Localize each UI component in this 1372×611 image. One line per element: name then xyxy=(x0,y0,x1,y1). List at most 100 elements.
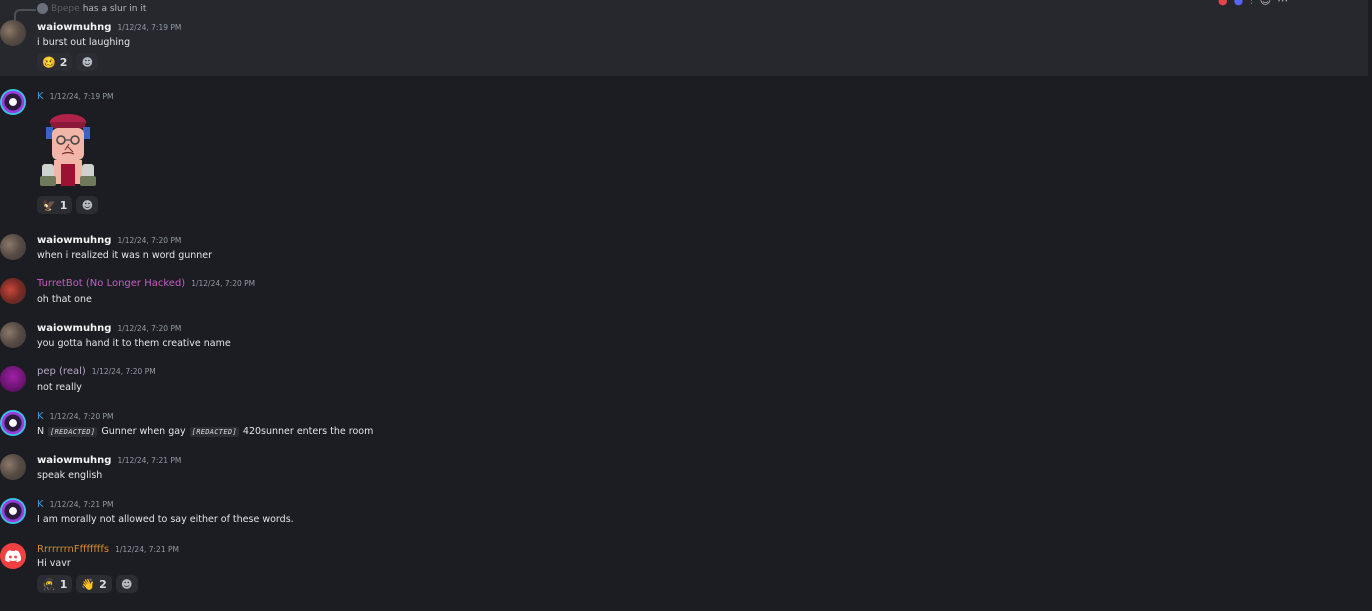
reaction-button[interactable]: 🥷 1 xyxy=(37,575,73,593)
ninja-icon: 🥷 xyxy=(42,577,56,591)
author-name[interactable]: K xyxy=(37,91,44,102)
avatar[interactable] xyxy=(0,498,26,524)
smiley-add-icon: ☻ xyxy=(81,198,94,212)
author-name[interactable]: pep (real) xyxy=(37,366,86,377)
discord-logo-icon xyxy=(5,550,21,562)
avatar[interactable] xyxy=(0,278,26,304)
message-0[interactable]: Bpepe has a slur in it ● ● ! ☺ ⋯ waiowmuh… xyxy=(0,0,1372,76)
message-content: i burst out laughing xyxy=(37,37,131,48)
message-4[interactable]: waiowmuhng 1/12/24, 7:20 PM you gotta han… xyxy=(0,320,1372,354)
avatar[interactable] xyxy=(0,410,26,436)
timestamp: 1/12/24, 7:20 PM xyxy=(191,279,256,288)
avatar[interactable] xyxy=(0,20,26,46)
reaction-count: 1 xyxy=(59,198,68,212)
message-content: I am morally not allowed to say either o… xyxy=(37,514,294,525)
message-header: waiowmuhng 1/12/24, 7:19 PM xyxy=(37,22,181,33)
avatar[interactable] xyxy=(0,454,26,480)
author-name[interactable]: K xyxy=(37,411,44,422)
author-name[interactable]: K xyxy=(37,499,44,510)
message-header: TurretBot (No Longer Hacked) 1/12/24, 7:2… xyxy=(37,278,255,289)
reactions-bar: 🥴 2 ☻ xyxy=(37,53,99,71)
timestamp: 1/12/24, 7:19 PM xyxy=(117,23,182,32)
reaction-quick-icon[interactable]: ! xyxy=(1249,0,1253,7)
author-name[interactable]: waiowmuhng xyxy=(37,22,111,33)
text-segment: Gunner when gay xyxy=(101,426,186,437)
reaction-quick-icon[interactable]: ● xyxy=(1234,0,1244,7)
message-header: waiowmuhng 1/12/24, 7:20 PM xyxy=(37,323,181,334)
add-reaction-icon[interactable]: ☺ xyxy=(1260,0,1271,7)
reaction-button[interactable]: 👋 2 xyxy=(76,575,112,593)
reaction-count: 2 xyxy=(99,577,107,591)
reaction-count: 2 xyxy=(59,55,68,69)
timestamp: 1/12/24, 7:20 PM xyxy=(117,236,182,245)
message-content: oh that one xyxy=(37,294,92,305)
message-6[interactable]: K 1/12/24, 7:20 PM N [REDACTED] Gunner wh… xyxy=(0,408,1372,444)
reaction-quick-icon[interactable]: ● xyxy=(1218,0,1228,7)
more-options-icon[interactable]: ⋯ xyxy=(1277,0,1288,7)
avatar[interactable] xyxy=(0,366,26,392)
message-header: K 1/12/24, 7:20 PM xyxy=(37,411,113,422)
sticker-image[interactable] xyxy=(37,110,99,192)
message-1[interactable]: K 1/12/24, 7:19 PM 🦅 1 ☻ xyxy=(0,86,1372,216)
woozy-face-icon: 🥴 xyxy=(42,55,56,69)
smiley-add-icon: ☻ xyxy=(81,55,94,69)
reaction-button[interactable]: 🦅 1 xyxy=(37,196,73,214)
timestamp: 1/12/24, 7:21 PM xyxy=(117,456,182,465)
text-segment: 420sunner enters the room xyxy=(242,426,374,437)
reply-preview[interactable]: Bpepe has a slur in it xyxy=(37,3,146,14)
timestamp: 1/12/24, 7:19 PM xyxy=(49,92,114,101)
message-content: Hi vavr xyxy=(37,558,71,569)
chat-message-list: Bpepe has a slur in it ● ● ! ☺ ⋯ waiowmuh… xyxy=(0,0,1372,611)
message-hover-toolbar: ● ● ! ☺ ⋯ xyxy=(1218,0,1288,7)
avatar[interactable] xyxy=(0,234,26,260)
timestamp: 1/12/24, 7:21 PM xyxy=(49,500,114,509)
message-8[interactable]: K 1/12/24, 7:21 PM I am morally not allow… xyxy=(0,496,1372,530)
message-content: when i realized it was n word gunner xyxy=(37,250,213,261)
message-content: N [REDACTED] Gunner when gay [REDACTED] … xyxy=(37,426,373,437)
message-9[interactable]: RrrrrrrnFfffffffs 1/12/24, 7:21 PM Hi vav… xyxy=(0,541,1372,601)
timestamp: 1/12/24, 7:20 PM xyxy=(117,324,182,333)
add-reaction-button[interactable]: ☻ xyxy=(76,196,99,214)
reactions-bar: 🥷 1 👋 2 ☻ xyxy=(37,575,138,593)
redacted-spoiler[interactable]: [REDACTED] xyxy=(48,427,98,437)
eagle-icon: 🦅 xyxy=(42,198,56,212)
message-7[interactable]: waiowmuhng 1/12/24, 7:21 PM speak english xyxy=(0,452,1372,486)
reaction-button[interactable]: 🥴 2 xyxy=(37,53,73,71)
message-header: pep (real) 1/12/24, 7:20 PM xyxy=(37,366,156,377)
message-header: K 1/12/24, 7:21 PM xyxy=(37,499,113,510)
message-header: K 1/12/24, 7:19 PM xyxy=(37,91,113,102)
avatar[interactable] xyxy=(0,543,26,569)
message-header: waiowmuhng 1/12/24, 7:21 PM xyxy=(37,455,181,466)
avatar[interactable] xyxy=(0,322,26,348)
reaction-count: 1 xyxy=(59,577,68,591)
timestamp: 1/12/24, 7:20 PM xyxy=(49,412,114,421)
redacted-spoiler[interactable]: [REDACTED] xyxy=(189,427,239,437)
reply-connector xyxy=(14,9,36,21)
timestamp: 1/12/24, 7:21 PM xyxy=(115,545,179,554)
reply-avatar xyxy=(37,3,48,14)
waving-hand-icon: 👋 xyxy=(81,577,96,591)
text-segment: N xyxy=(37,426,45,437)
message-hover-highlight xyxy=(0,0,1368,76)
add-reaction-button[interactable]: ☻ xyxy=(115,575,138,593)
reactions-bar: 🦅 1 ☻ xyxy=(37,196,99,214)
message-header: RrrrrrrnFfffffffs 1/12/24, 7:21 PM xyxy=(37,544,179,555)
message-content: not really xyxy=(37,382,82,393)
message-content: speak english xyxy=(37,470,103,481)
message-header: waiowmuhng 1/12/24, 7:20 PM xyxy=(37,235,181,246)
smiley-add-icon: ☻ xyxy=(120,577,133,591)
author-name[interactable]: RrrrrrrnFfffffffs xyxy=(37,544,109,555)
reply-author[interactable]: Bpepe xyxy=(51,4,80,14)
message-content: you gotta hand it to them creative name xyxy=(37,338,231,349)
add-reaction-button[interactable]: ☻ xyxy=(76,53,99,71)
author-name[interactable]: waiowmuhng xyxy=(37,455,111,466)
message-2[interactable]: waiowmuhng 1/12/24, 7:20 PM when i realiz… xyxy=(0,232,1372,266)
author-name[interactable]: waiowmuhng xyxy=(37,235,111,246)
avatar[interactable] xyxy=(0,89,26,115)
author-name[interactable]: waiowmuhng xyxy=(37,323,111,334)
author-name[interactable]: TurretBot (No Longer Hacked) xyxy=(37,278,185,289)
reply-text: has a slur in it xyxy=(82,4,147,14)
message-3[interactable]: TurretBot (No Longer Hacked) 1/12/24, 7:2… xyxy=(0,276,1372,310)
message-5[interactable]: pep (real) 1/12/24, 7:20 PM not really xyxy=(0,364,1372,398)
timestamp: 1/12/24, 7:20 PM xyxy=(91,367,156,376)
